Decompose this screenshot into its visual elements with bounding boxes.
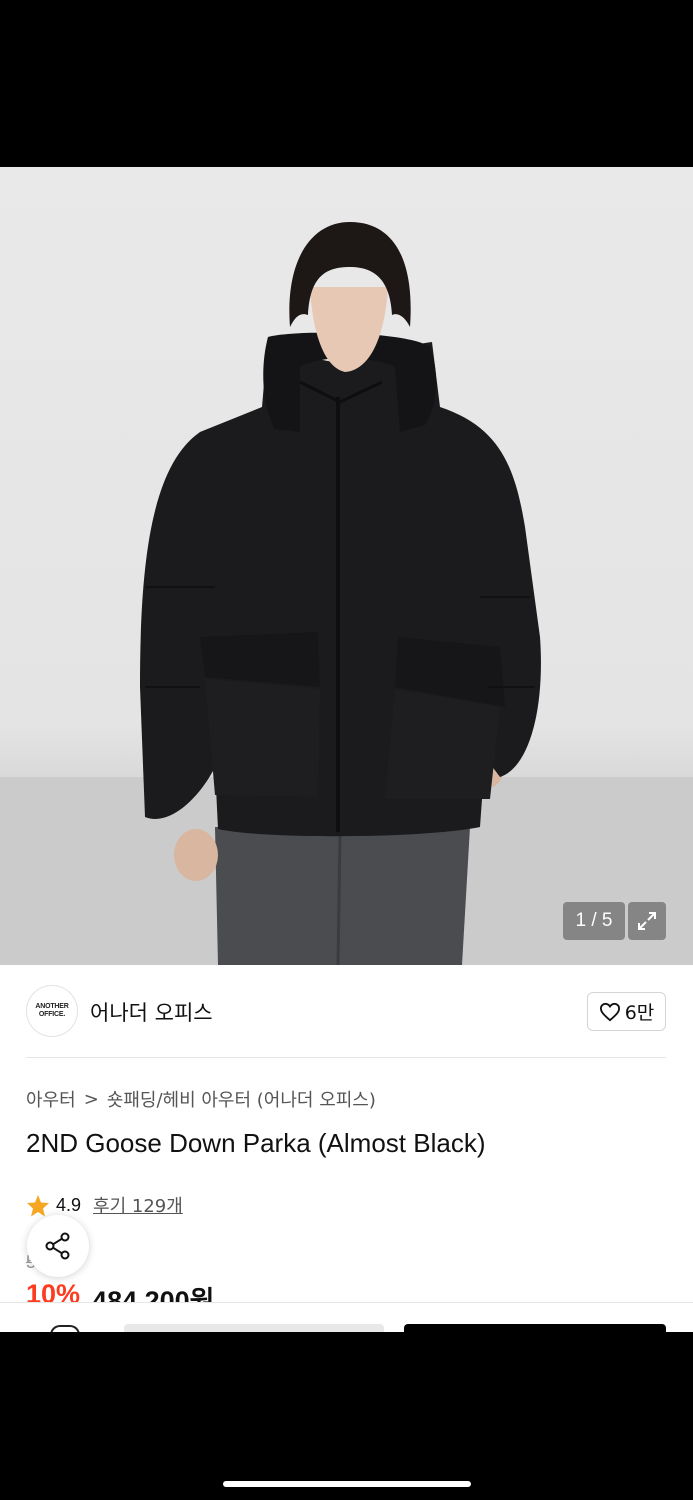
rating-row: 4.9 후기 129개 bbox=[26, 1192, 183, 1218]
brand-row[interactable]: ANOTHER OFFICE. 어나더 오피스 6만 bbox=[0, 965, 693, 1057]
share-icon bbox=[45, 1232, 70, 1260]
product-info-panel: ANOTHER OFFICE. 어나더 오피스 6만 아우터 > 숏패딩/헤비 … bbox=[0, 965, 693, 1332]
review-link[interactable]: 후기 129개 bbox=[93, 1192, 183, 1218]
bottom-heart-icon[interactable] bbox=[50, 1325, 80, 1332]
share-button[interactable] bbox=[27, 1215, 89, 1277]
brand-name[interactable]: 어나더 오피스 bbox=[90, 997, 213, 1027]
buy-button[interactable] bbox=[404, 1324, 666, 1332]
breadcrumb-category[interactable]: 아우터 bbox=[26, 1086, 76, 1112]
brand-logo-line1: ANOTHER bbox=[35, 1003, 69, 1010]
like-button[interactable]: 6만 bbox=[587, 992, 666, 1031]
brand-logo[interactable]: ANOTHER OFFICE. bbox=[26, 985, 78, 1037]
expand-icon[interactable] bbox=[628, 902, 666, 940]
heart-outline-icon bbox=[599, 1002, 620, 1021]
breadcrumb: 아우터 > 숏패딩/헤비 아우터 (어나더 오피스) bbox=[26, 1086, 376, 1112]
home-indicator[interactable] bbox=[223, 1481, 471, 1487]
status-bar-area bbox=[0, 0, 693, 167]
product-title: 2ND Goose Down Parka (Almost Black) bbox=[26, 1128, 486, 1158]
breadcrumb-separator: > bbox=[83, 1088, 99, 1110]
product-photo bbox=[140, 222, 541, 965]
like-count: 6만 bbox=[624, 1002, 655, 1024]
bottom-action-bar bbox=[0, 1302, 693, 1332]
image-counter: 1 / 5 bbox=[563, 902, 625, 940]
divider bbox=[26, 1057, 666, 1058]
star-icon bbox=[27, 1194, 49, 1216]
breadcrumb-subcategory[interactable]: 숏패딩/헤비 아우터 (어나더 오피스) bbox=[107, 1086, 376, 1112]
brand-logo-line2: OFFICE. bbox=[38, 1011, 66, 1018]
rating-value: 4.9 bbox=[56, 1194, 82, 1215]
product-image-gallery[interactable]: 1 / 5 bbox=[0, 167, 693, 965]
cart-button[interactable] bbox=[124, 1324, 384, 1332]
